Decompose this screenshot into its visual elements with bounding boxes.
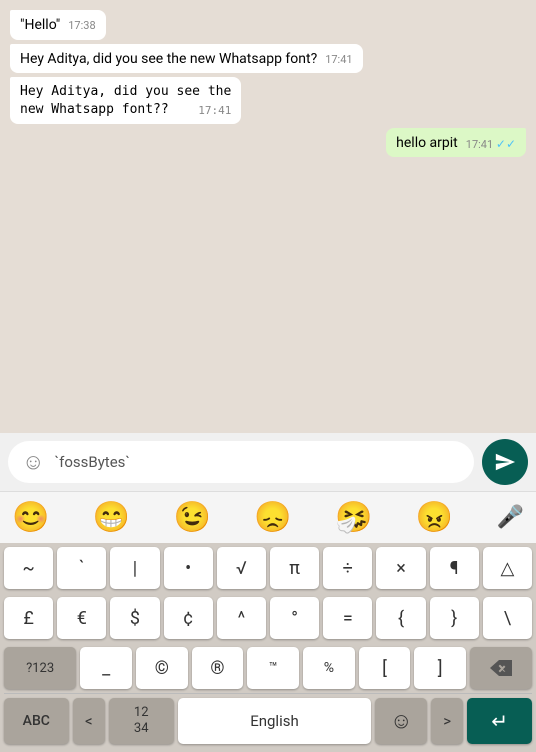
key-multiply[interactable]: × bbox=[376, 547, 425, 589]
key-degree[interactable]: ° bbox=[270, 597, 319, 639]
message-1: "Hello" 17:38 bbox=[10, 10, 106, 40]
key-row-bottom: ABC < 1234 English ☺ > ↵ bbox=[0, 694, 536, 752]
emoji-grin[interactable]: 😁 bbox=[93, 500, 130, 535]
key-cent[interactable]: ¢ bbox=[164, 597, 213, 639]
input-row: ☺ `fossBytes` bbox=[0, 433, 536, 491]
key-pound[interactable]: £ bbox=[4, 597, 53, 639]
key-divide[interactable]: ÷ bbox=[323, 547, 372, 589]
key-pi[interactable]: π bbox=[270, 547, 319, 589]
key-emoji[interactable]: ☺ bbox=[375, 698, 427, 744]
emoji-wink[interactable]: 😉 bbox=[174, 500, 211, 535]
key-brace-close[interactable]: } bbox=[430, 597, 479, 639]
key-numbers[interactable]: 1234 bbox=[109, 698, 174, 744]
key-copyright[interactable]: © bbox=[136, 647, 188, 689]
message-3-time: 17:41 bbox=[198, 103, 231, 118]
keyboard: ~ ` | • √ π ÷ × ¶ △ £ € $ ¢ ^ ° = { } \ … bbox=[0, 543, 536, 752]
key-greater-than[interactable]: > bbox=[431, 698, 463, 744]
message-2: Hey Aditya, did you see the new Whatsapp… bbox=[10, 44, 363, 74]
key-pipe[interactable]: | bbox=[110, 547, 159, 589]
key-registered[interactable]: ® bbox=[192, 647, 244, 689]
message-2-text: Hey Aditya, did you see the new Whatsapp… bbox=[20, 51, 317, 67]
key-bracket-close[interactable]: ] bbox=[414, 647, 466, 689]
enter-icon: ↵ bbox=[491, 709, 508, 733]
key-delete[interactable] bbox=[470, 647, 532, 689]
emoji-button[interactable]: ☺ bbox=[22, 449, 44, 475]
key-row-3: ?123 _ © ® ™ % [ ] bbox=[0, 643, 536, 693]
emoji-row: 😊 😁 😉 😞 🤧 😠 🎤 bbox=[0, 491, 536, 543]
message-4-text: hello arpit bbox=[396, 135, 458, 151]
key-row-2: £ € $ ¢ ^ ° = { } \ bbox=[0, 593, 536, 643]
send-icon bbox=[494, 451, 516, 473]
chat-messages: "Hello" 17:38 Hey Aditya, did you see th… bbox=[10, 10, 526, 157]
key-tilde[interactable]: ~ bbox=[4, 547, 53, 589]
key-backslash[interactable]: \ bbox=[483, 597, 532, 639]
key-less-than[interactable]: < bbox=[73, 698, 105, 744]
message-4-ticks: ✓✓ bbox=[496, 137, 516, 151]
message-2-time: 17:41 bbox=[325, 52, 352, 67]
key-delta[interactable]: △ bbox=[483, 547, 532, 589]
key-space[interactable]: English bbox=[178, 698, 372, 744]
message-4-time: 17:41 ✓✓ bbox=[466, 136, 516, 153]
key-trademark[interactable]: ™ bbox=[247, 647, 299, 689]
mic-button[interactable]: 🎤 bbox=[497, 505, 524, 530]
emoji-sad[interactable]: 😞 bbox=[254, 500, 291, 535]
key-123[interactable]: ?123 bbox=[4, 647, 76, 689]
numbers-label: 1234 bbox=[134, 705, 149, 736]
input-text[interactable]: `fossBytes` bbox=[54, 453, 460, 471]
message-1-time: 17:38 bbox=[68, 18, 95, 33]
chat-area: "Hello" 17:38 Hey Aditya, did you see th… bbox=[0, 0, 536, 433]
key-dollar[interactable]: $ bbox=[110, 597, 159, 639]
message-3: Hey Aditya, did you see thenew Whatsapp … bbox=[10, 77, 241, 123]
message-4: hello arpit 17:41 ✓✓ bbox=[386, 128, 526, 158]
key-brace-open[interactable]: { bbox=[376, 597, 425, 639]
key-caret[interactable]: ^ bbox=[217, 597, 266, 639]
key-abc[interactable]: ABC bbox=[4, 698, 69, 744]
message-1-text: "Hello" bbox=[20, 17, 60, 33]
key-equals[interactable]: = bbox=[323, 597, 372, 639]
key-percent[interactable]: % bbox=[303, 647, 355, 689]
key-underscore[interactable]: _ bbox=[80, 647, 132, 689]
key-enter[interactable]: ↵ bbox=[467, 698, 532, 744]
key-backtick[interactable]: ` bbox=[57, 547, 106, 589]
emoji-kiss[interactable]: 🤧 bbox=[335, 500, 372, 535]
key-bracket-open[interactable]: [ bbox=[359, 647, 411, 689]
send-button[interactable] bbox=[482, 439, 528, 485]
key-row-1: ~ ` | • √ π ÷ × ¶ △ bbox=[0, 543, 536, 593]
backspace-icon bbox=[490, 660, 512, 676]
key-euro[interactable]: € bbox=[57, 597, 106, 639]
key-bullet[interactable]: • bbox=[164, 547, 213, 589]
emoji-smile[interactable]: 😊 bbox=[12, 500, 49, 535]
input-box[interactable]: ☺ `fossBytes` bbox=[8, 441, 474, 483]
key-sqrt[interactable]: √ bbox=[217, 547, 266, 589]
key-pilcrow[interactable]: ¶ bbox=[430, 547, 479, 589]
emoji-angry[interactable]: 😠 bbox=[416, 500, 453, 535]
